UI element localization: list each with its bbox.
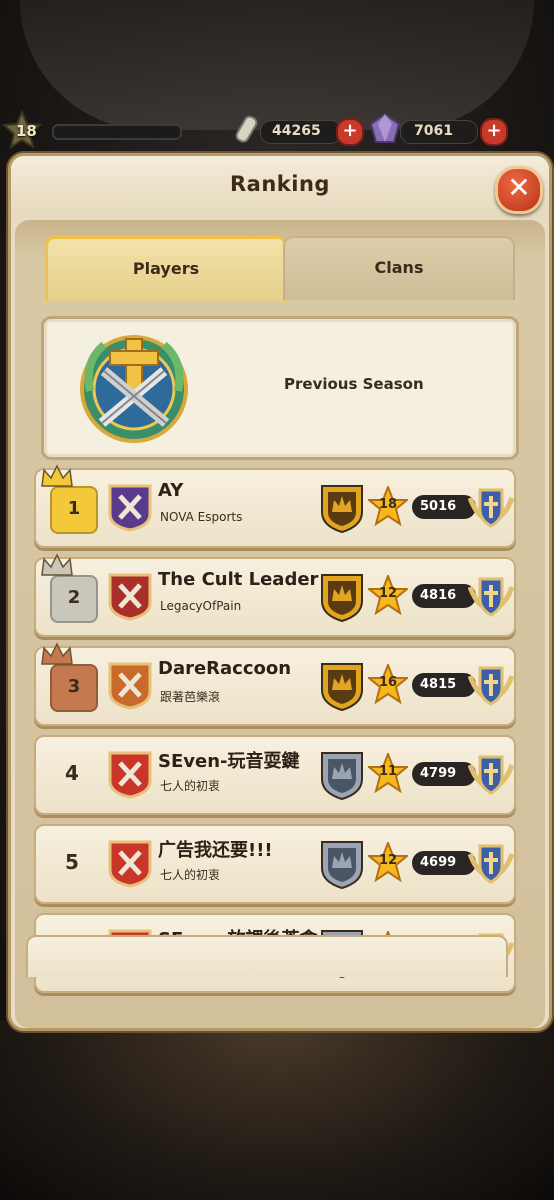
tab-clans[interactable]: Clans	[283, 236, 515, 300]
player-name: AY	[158, 480, 184, 501]
close-button[interactable]: ✕	[495, 166, 543, 214]
player-level-badge: 11	[366, 751, 410, 794]
crown-icon	[41, 642, 73, 665]
winged-shield-icon	[468, 577, 514, 617]
list-item-partial	[26, 935, 508, 977]
panel-title: Ranking	[230, 172, 330, 196]
background-floor	[0, 1020, 554, 1200]
player-level-value: 16	[378, 675, 398, 690]
add-gem-button[interactable]: +	[480, 118, 508, 146]
list-item[interactable]: 1 AY NOVA Esports 18 5016	[34, 464, 516, 548]
league-shield-icon	[321, 663, 363, 712]
add-potion-button[interactable]: +	[336, 118, 364, 146]
list-item[interactable]: 4 SEven-玩音耍鍵 七人的初衷 11 4799	[34, 735, 516, 815]
potion-value: 44265	[272, 123, 321, 139]
league-shield-icon	[321, 574, 363, 623]
list-item[interactable]: 5 广告我还要!!! 七人的初衷 12 4699	[34, 824, 516, 904]
trophy-score: 4815	[412, 673, 476, 697]
player-level-value: 12	[378, 586, 398, 601]
list-item[interactable]: 3 DareRaccoon 跟著芭樂滾 16 4815	[34, 642, 516, 726]
player-level-value: 12	[378, 853, 398, 868]
rank-number: 5	[65, 850, 79, 874]
skull-icon	[108, 573, 152, 621]
rank-number: 1	[67, 498, 81, 519]
crown-icon	[108, 662, 152, 710]
player-name: SEven-玩音耍鍵	[158, 751, 300, 772]
player-clan: 跟著芭樂滾	[160, 690, 221, 704]
winged-shield-icon	[468, 755, 514, 795]
rank-number: 4	[65, 761, 79, 785]
league-shield-icon	[321, 752, 363, 801]
rank-number: 2	[67, 587, 81, 608]
previous-season-label: Previous Season	[284, 375, 424, 393]
rank-number: 3	[67, 676, 81, 697]
close-icon: ✕	[507, 171, 531, 204]
rank-badge: 2	[50, 575, 98, 623]
trophy-score: 4799	[412, 762, 476, 786]
player-level-badge: 16	[366, 662, 410, 705]
tab-players-label: Players	[132, 259, 200, 278]
player-level-badge: 12	[366, 573, 410, 616]
list-item[interactable]: 2 The Cult Leader LegacyOfPain 12 4816	[34, 553, 516, 637]
player-clan: 七人的初衷	[160, 779, 221, 793]
trophy-score: 5016	[412, 495, 476, 519]
winged-shield-icon	[468, 488, 514, 528]
tab-clans-label: Clans	[374, 258, 424, 277]
player-clan: NOVA Esports	[160, 510, 243, 524]
player-level: 18	[16, 122, 37, 140]
potion-icon	[235, 115, 258, 143]
league-shield-icon	[321, 841, 363, 890]
xp-bar	[52, 124, 182, 140]
player-level-value: 11	[378, 764, 398, 779]
gem-icon	[369, 112, 401, 143]
trophy-score: 4699	[412, 851, 476, 875]
player-level-badge: 12	[366, 840, 410, 883]
player-name: 广告我还要!!!	[158, 840, 273, 861]
gem-value: 7061	[414, 123, 453, 139]
tab-players[interactable]: Players	[45, 236, 287, 301]
crossed-swords-icon	[108, 751, 152, 799]
rank-badge: 1	[50, 486, 98, 534]
player-clan: 七人的初衷	[160, 868, 221, 882]
player-name: The Cult Leader	[158, 569, 319, 590]
crossed-swords-icon	[108, 840, 152, 888]
crown-icon	[41, 553, 73, 576]
rank-badge: 3	[50, 664, 98, 712]
previous-season-card[interactable]: Previous Season	[41, 316, 519, 460]
league-shield-icon	[321, 485, 363, 534]
crown-icon	[41, 464, 73, 487]
trophy-score: 4816	[412, 584, 476, 608]
player-level-badge: 18	[366, 484, 410, 527]
maltese-cross-icon	[108, 484, 152, 532]
player-name: DareRaccoon	[158, 658, 292, 679]
winged-shield-icon	[468, 666, 514, 706]
winged-shield-icon	[468, 844, 514, 884]
player-level-value: 18	[378, 497, 398, 512]
panel-header: Ranking ✕	[11, 156, 549, 218]
season-emblem-icon	[80, 335, 188, 443]
player-clan: LegacyOfPain	[160, 599, 242, 613]
resource-bar: 18 44265 + 7061 +	[0, 110, 554, 154]
